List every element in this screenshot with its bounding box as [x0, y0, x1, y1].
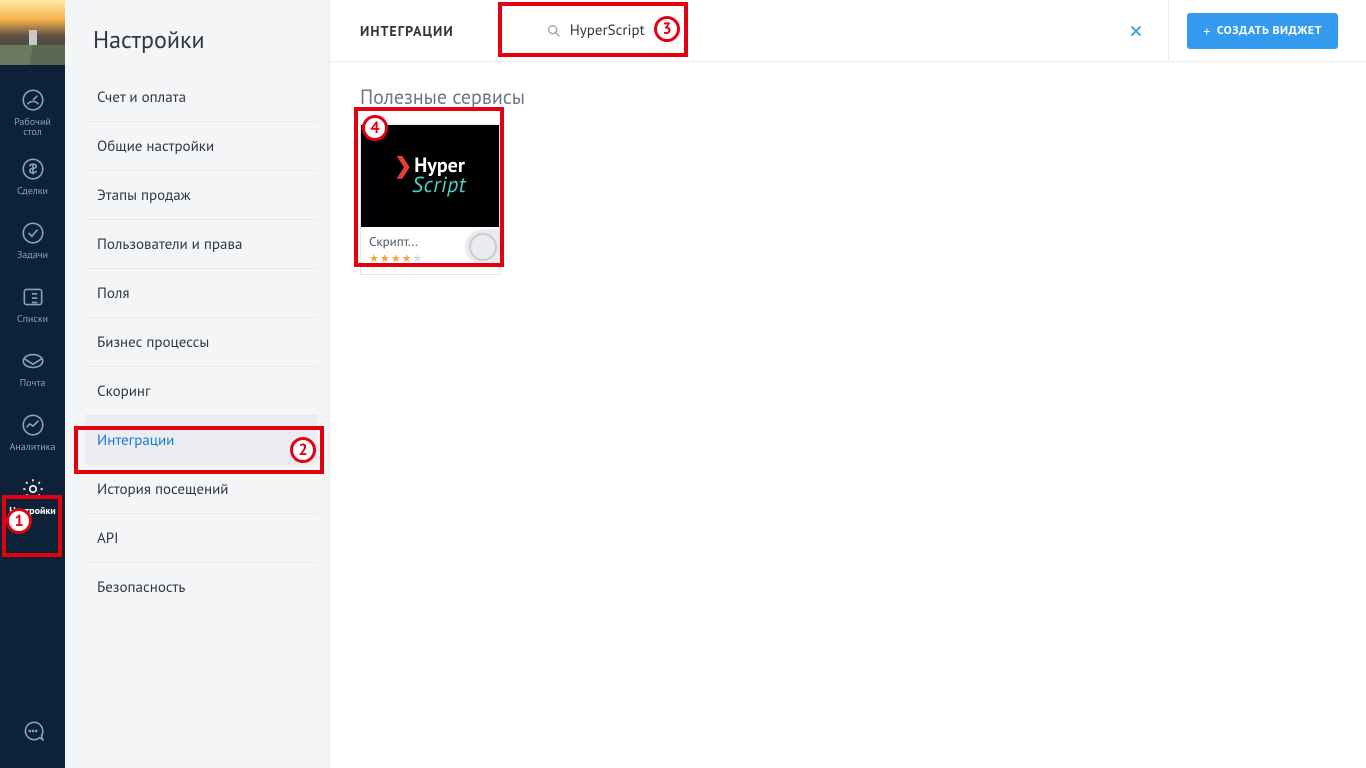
settings-link-stages[interactable]: Этапы продаж [85, 171, 317, 220]
nav-rail-items: Рабочий стол Сделки Задачи Списки Почта … [0, 65, 65, 706]
settings-link-integrations[interactable]: Интеграции [85, 416, 317, 465]
gear-icon [20, 476, 46, 502]
hyperscript-logo: ❯Hyper Script [394, 156, 466, 196]
plus-icon: + [1203, 22, 1211, 40]
nav-label: Списки [17, 314, 48, 325]
create-widget-label: СОЗДАТЬ ВИДЖЕТ [1217, 23, 1322, 38]
widget-meta: Скрипт... ★★★★★ [361, 227, 499, 274]
topbar: ИНТЕГРАЦИИ + СОЗДАТЬ ВИДЖЕТ [330, 0, 1366, 62]
nav-chat[interactable] [0, 706, 65, 756]
settings-link-api[interactable]: API [85, 514, 317, 563]
nav-label: Настройки [9, 506, 56, 517]
nav-analytics[interactable]: Аналитика [0, 400, 65, 464]
chat-icon [20, 718, 46, 744]
logo-text-bottom: Script [412, 175, 466, 196]
mail-icon [20, 348, 46, 374]
create-widget-button[interactable]: + СОЗДАТЬ ВИДЖЕТ [1187, 13, 1338, 49]
settings-link-users[interactable]: Пользователи и права [85, 220, 317, 269]
nav-dashboard[interactable]: Рабочий стол [0, 80, 65, 144]
dollar-icon [20, 156, 46, 182]
nav-rail: Рабочий стол Сделки Задачи Списки Почта … [0, 0, 65, 768]
gauge-icon [20, 87, 46, 113]
nav-label: Сделки [17, 186, 48, 197]
settings-link-fields[interactable]: Поля [85, 269, 317, 318]
settings-link-billing[interactable]: Счет и оплата [85, 73, 317, 122]
nav-label: Почта [20, 378, 46, 389]
main-area: ИНТЕГРАЦИИ + СОЗДАТЬ ВИДЖЕТ Полезные сер… [330, 0, 1366, 768]
search-wrap [546, 21, 750, 40]
widget-thumbnail: ❯Hyper Script [361, 125, 499, 227]
settings-sidebar: Настройки Счет и оплата Общие настройки … [65, 0, 330, 768]
nav-rail-bottom [0, 706, 65, 768]
nav-tasks[interactable]: Задачи [0, 208, 65, 272]
settings-title: Настройки [65, 0, 329, 73]
list-icon [20, 284, 46, 310]
nav-mail[interactable]: Почта [0, 336, 65, 400]
check-circle-icon [20, 220, 46, 246]
section-title: Полезные сервисы [360, 84, 1336, 110]
nav-label: Задачи [17, 250, 48, 261]
nav-lists[interactable]: Списки [0, 272, 65, 336]
settings-link-scoring[interactable]: Скоринг [85, 367, 317, 416]
widget-card-hyperscript[interactable]: ❯Hyper Script Скрипт... ★★★★★ [360, 124, 500, 275]
nav-settings[interactable]: Настройки [0, 464, 65, 528]
nav-label: Рабочий стол [14, 117, 51, 138]
chart-icon [20, 412, 46, 438]
arrow-icon: ❯ [394, 152, 412, 180]
nav-label: Аналитика [10, 442, 56, 453]
nav-deals[interactable]: Сделки [0, 144, 65, 208]
account-logo[interactable] [0, 0, 65, 65]
content: Полезные сервисы ❯Hyper Script Скрипт...… [330, 62, 1366, 297]
settings-link-general[interactable]: Общие настройки [85, 122, 317, 171]
search-input[interactable] [570, 21, 750, 40]
divider [1168, 0, 1169, 62]
search-icon [546, 23, 562, 39]
search-clear-button[interactable] [1122, 17, 1150, 45]
settings-menu: Счет и оплата Общие настройки Этапы прод… [65, 73, 329, 612]
widget-install-toggle[interactable] [465, 229, 501, 265]
settings-link-processes[interactable]: Бизнес процессы [85, 318, 317, 367]
settings-link-history[interactable]: История посещений [85, 465, 317, 514]
settings-link-security[interactable]: Безопасность [85, 563, 317, 612]
close-icon [1127, 22, 1145, 40]
page-title: ИНТЕГРАЦИИ [360, 22, 454, 40]
